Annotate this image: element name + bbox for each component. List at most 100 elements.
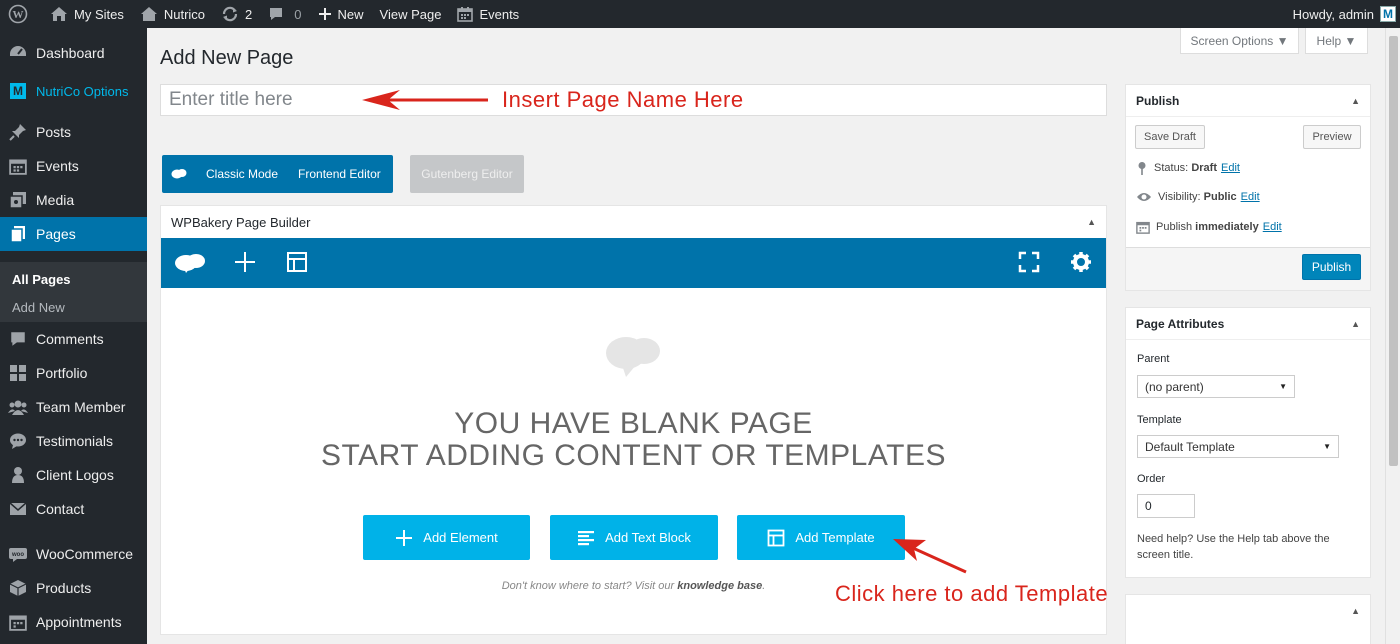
classic-mode-button[interactable]: Classic Mode [196,167,288,181]
sidebar-item-portfolio[interactable]: Portfolio [0,356,147,390]
visibility-row: Visibility: Public Edit [1136,191,1260,203]
calendar-icon [0,613,36,631]
updates-count: 2 [245,6,253,22]
wpbakery-header[interactable]: WPBakery Page Builder ▲ [161,206,1106,238]
status-row: Status: Draft Edit [1136,161,1240,175]
sidebar-item-client-logos[interactable]: Client Logos [0,458,147,492]
sidebar-item-label: Team Member [36,399,126,415]
sidebar-item-products[interactable]: Products [0,571,147,605]
parent-label: Parent [1137,353,1170,365]
preview-button[interactable]: Preview [1303,125,1361,149]
sidebar-item-label: Client Logos [36,467,114,483]
edit-publish-time-link[interactable]: Edit [1263,221,1282,233]
refresh-icon [222,6,238,22]
collapse-triangle-icon[interactable]: ▲ [1351,606,1360,616]
collapse-triangle-icon[interactable]: ▲ [1087,217,1096,227]
template-icon [767,529,785,546]
my-account-menu[interactable]: Howdy, admin M [1293,6,1400,22]
submenu-add-new[interactable]: Add New [12,300,65,315]
view-page-link[interactable]: View Page [372,0,450,28]
parent-select[interactable]: (no parent) ▼ [1137,375,1295,398]
order-label: Order [1137,473,1166,485]
scrollbar-thumb[interactable] [1389,36,1398,466]
sidebar-item-label: Testimonials [36,433,114,449]
editor-mode-bar: Classic Mode Frontend Editor [162,155,393,193]
sidebar-item-label: Media [36,192,75,208]
woocommerce-icon: woo [0,546,36,562]
sidebar-item-nutrico-options[interactable]: M NutriCo Options [0,74,147,108]
avatar: M [1380,6,1396,22]
comments-menu[interactable]: 0 [260,0,309,28]
publish-box-title: Publish [1136,93,1180,108]
sidebar-item-label: Events [36,158,79,174]
sidebar-item-team-member[interactable]: Team Member [0,390,147,424]
template-select[interactable]: Default Template ▼ [1137,435,1339,458]
sidebar-item-appointments[interactable]: Appointments [0,605,147,639]
sidebar-item-testimonials[interactable]: Testimonials [0,424,147,458]
edit-status-link[interactable]: Edit [1221,162,1240,174]
sidebar-item-dashboard[interactable]: Dashboard [0,36,147,70]
wordpress-logo[interactable]: W [0,0,42,28]
annotation-insert-page-name: Insert Page Name Here [502,87,744,112]
gutenberg-editor-button[interactable]: Gutenberg Editor [410,155,524,193]
add-text-block-button[interactable]: Add Text Block [550,515,718,560]
eye-icon [1137,193,1151,201]
site-name-menu[interactable]: Nutrico [132,0,213,28]
page-attributes-header[interactable]: Page Attributes ▲ [1126,308,1370,340]
events-menu[interactable]: Events [449,0,527,28]
order-input[interactable]: 0 [1137,494,1195,518]
add-text-block-label: Add Text Block [605,530,691,545]
collapse-triangle-icon[interactable]: ▲ [1351,319,1360,329]
frontend-editor-button[interactable]: Frontend Editor [288,167,391,181]
add-element-button[interactable]: Add Element [363,515,530,560]
collapse-triangle-icon[interactable]: ▲ [1351,96,1360,106]
fullscreen-icon[interactable] [1018,251,1040,276]
wpbakery-logo-icon[interactable] [174,252,206,277]
sidebar-item-posts[interactable]: Posts [0,115,147,149]
add-template-button[interactable]: Add Template [737,515,905,560]
knowledge-base-link[interactable]: knowledge base [677,580,762,592]
sidebar-item-comments[interactable]: Comments [0,322,147,356]
visibility-value: Public [1203,191,1237,203]
extra-box-header[interactable]: ▲ [1126,595,1370,627]
sidebar-item-woocommerce[interactable]: woo WooCommerce [0,537,147,571]
publish-button[interactable]: Publish [1302,254,1361,280]
add-element-icon[interactable] [234,251,256,276]
settings-gear-icon[interactable] [1070,251,1092,276]
page-attributes-help: Need help? Use the Help tab above the sc… [1137,533,1330,561]
sidebar-item-label: Appointments [36,614,122,630]
plus-icon [396,529,413,546]
submenu-all-pages[interactable]: All Pages [12,272,71,287]
sidebar-item-events[interactable]: Events [0,149,147,183]
screen-options-tab[interactable]: Screen Options ▼ [1180,28,1299,54]
dropdown-arrow-icon: ▼ [1279,382,1287,391]
sidebar-item-label: Products [36,580,92,596]
my-sites-label: My Sites [74,6,124,22]
comments-count: 0 [294,6,302,22]
events-label: Events [479,6,520,22]
pages-submenu: All Pages Add New [0,262,147,322]
my-sites-menu[interactable]: My Sites [42,0,132,28]
status-value: Draft [1191,162,1217,174]
wordpress-icon: W [8,4,28,24]
save-draft-button[interactable]: Save Draft [1135,125,1205,149]
publish-box: Publish ▲ Save Draft Preview Status: Dra… [1125,84,1371,291]
publish-box-header[interactable]: Publish ▲ [1126,85,1370,117]
speech-bubble-icon [0,432,36,450]
sidebar-item-media[interactable]: Media [0,183,147,217]
new-content-menu[interactable]: New [310,0,372,28]
updates-menu[interactable]: 2 [213,0,260,28]
page-scrollbar[interactable] [1385,28,1400,644]
sidebar-item-pages[interactable]: Pages [0,217,147,251]
plus-icon [318,8,331,20]
sidebar-item-contact[interactable]: Contact [0,492,147,526]
help-tab[interactable]: Help ▼ [1305,28,1368,54]
templates-icon[interactable] [286,251,308,276]
text-lines-icon [578,530,595,545]
wpbakery-logo-icon [162,168,196,180]
edit-visibility-link[interactable]: Edit [1241,191,1260,203]
sidebar-item-label: Contact [36,501,85,517]
user-icon [0,466,36,484]
page-attributes-box: Page Attributes ▲ Parent (no parent) ▼ T… [1125,307,1371,578]
home-icon [51,7,67,21]
